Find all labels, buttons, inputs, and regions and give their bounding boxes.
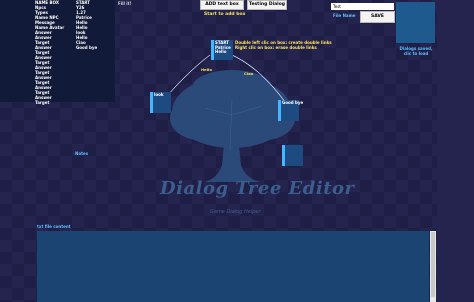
node-handle[interactable] <box>150 92 153 113</box>
notes-label: Notes <box>75 151 89 156</box>
dialog-node-empty[interactable] <box>282 145 303 166</box>
scrollbar-thumb[interactable] <box>431 232 435 297</box>
dialog-node-goodbye[interactable]: Good bye <box>278 100 303 121</box>
node-text: look <box>154 92 164 98</box>
txt-file-label: txt file content <box>37 224 71 229</box>
txt-file-content-area[interactable] <box>37 231 429 302</box>
node-text: Good bye <box>282 100 304 106</box>
dialog-node-look[interactable]: look <box>150 92 171 113</box>
app-logo-subtitle: Game Dialog Helper <box>210 209 261 215</box>
node-line: Hello <box>215 49 227 54</box>
node-handle[interactable] <box>278 100 281 121</box>
app-logo-title: Dialog Tree Editor <box>160 178 355 199</box>
dialog-node-start[interactable]: START Patrice Hello <box>211 40 233 60</box>
node-line: Good bye <box>282 100 304 105</box>
node-handle[interactable] <box>282 145 285 166</box>
tree-icon <box>170 70 295 182</box>
connector-label-ciao: Ciao <box>244 71 254 76</box>
node-text: START Patrice Hello <box>215 40 231 55</box>
node-line: look <box>154 92 164 97</box>
connector-label-hello: Hello <box>201 67 212 72</box>
node-handle[interactable] <box>211 40 214 60</box>
window-edge <box>437 0 474 302</box>
